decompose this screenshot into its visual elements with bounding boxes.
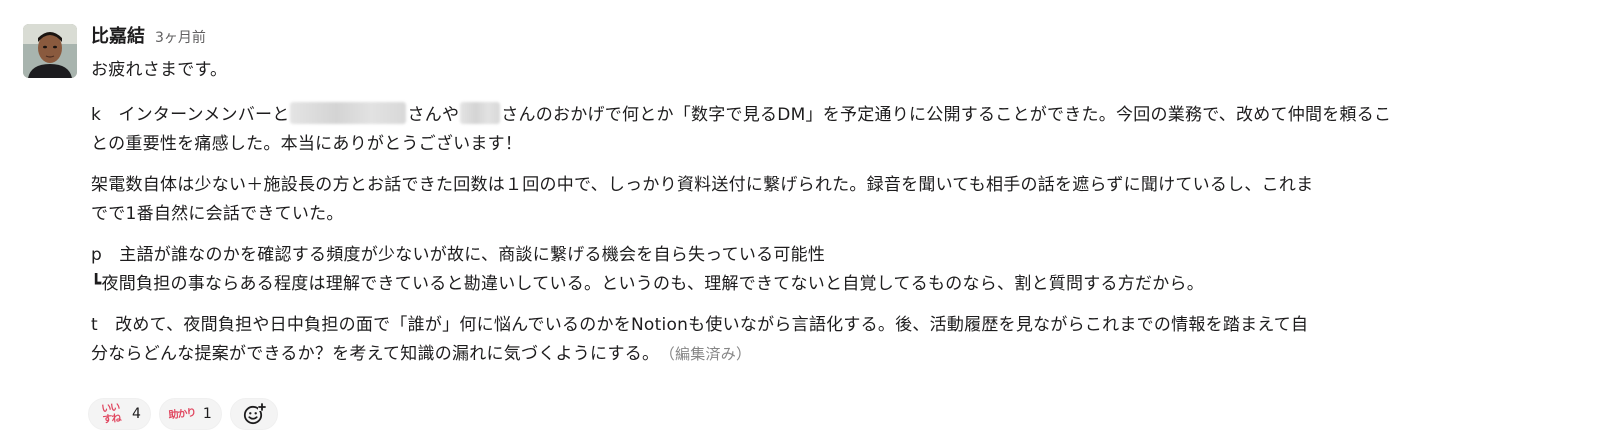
paragraph-p: p 主語が誰なのかを確認する頻度が少ないが故に、商談に繋げる機会を自ら失っている… — [91, 241, 1581, 299]
avatar[interactable] — [23, 24, 77, 78]
reaction-tasukari[interactable]: 助かり 1 — [158, 398, 222, 430]
paragraph-t: t 改めて、夜間負担や日中負担の面で「誰が」何に悩んでいるのかをNotionも使… — [91, 311, 1581, 369]
paragraph-k-line-2: との重要性を痛感した。本当にありがとうございます！ — [91, 134, 523, 154]
avatar-photo — [23, 24, 77, 78]
paragraph-k-text-b: さんや — [407, 105, 460, 125]
chat-message: 比嘉結 3ヶ月前 お疲れさまです。 k インターンメンバーと さんや さんのおかげで… — [0, 0, 1600, 445]
reaction-count: 1 — [202, 406, 212, 422]
reaction-iine[interactable]: いい すね 4 — [88, 398, 151, 430]
paragraph-k: k インターンメンバーと さんや さんのおかげで何とか「数字で見るDM」を予定通りに… — [91, 101, 1581, 159]
paragraph-k-text-c: さんのおかげで何とか「数字で見るDM」を予定通りに公開することができた。今回の業… — [501, 105, 1392, 125]
edited-label: （編集済み） — [667, 345, 752, 363]
greeting-text: お疲れさまです。 — [91, 60, 228, 80]
paragraph-call-line-2: でで1番自然に会話できていた。 — [91, 204, 344, 224]
paragraph-k-text-a: k インターンメンバーと — [91, 105, 290, 125]
paragraph-call-line-1: 架電数自体は少ない＋施設長の方とお話できた回数は１回の中で、しっかり資料送付に繋… — [91, 175, 1314, 195]
paragraph-t-line-2: 分ならどんな提案ができるか？を考えて知識の漏れに気づくようにする。 （編集済み） — [91, 340, 1581, 369]
stamp-text-bottom: すね — [102, 413, 122, 426]
message-body: お疲れさまです。 k インターンメンバーと さんや さんのおかげで何とか「数字で見る… — [91, 56, 1581, 369]
iine-stamp-emoji: いい すね — [95, 399, 128, 430]
redacted-name — [290, 102, 407, 124]
sender-name[interactable]: 比嘉結 — [91, 22, 145, 48]
paragraph-p-line-1: p 主語が誰なのかを確認する頻度が少ないが故に、商談に繋げる機会を自ら失っている… — [91, 245, 826, 265]
paragraph-k-line-1: k インターンメンバーと さんや さんのおかげで何とか「数字で見るDM」を予定通りに… — [91, 101, 1581, 130]
tasukari-stamp-emoji: 助かり — [166, 399, 199, 430]
message-header: 比嘉結 3ヶ月前 — [91, 22, 206, 50]
paragraph-call: 架電数自体は少ない＋施設長の方とお話できた回数は１回の中で、しっかり資料送付に繋… — [91, 171, 1581, 229]
reaction-bar: いい すね 4 助かり 1 — [88, 398, 278, 430]
message-timestamp[interactable]: 3ヶ月前 — [155, 27, 206, 47]
redacted-name — [460, 102, 501, 124]
paragraph-t-text: 分ならどんな提案ができるか？を考えて知識の漏れに気づくようにする。 — [91, 344, 660, 364]
smiley-plus-icon — [243, 403, 266, 425]
paragraph-t-line-1: t 改めて、夜間負担や日中負担の面で「誰が」何に悩んでいるのかをNotionも使… — [91, 315, 1309, 335]
stamp-text-top: 助かり — [167, 407, 196, 421]
reaction-count: 4 — [132, 406, 141, 422]
paragraph-p-line-2: ┗夜間負担の事ならある程度は理解できていると勘違いしている。というのも、理解でき… — [91, 274, 1204, 294]
add-reaction-button[interactable] — [229, 398, 278, 430]
